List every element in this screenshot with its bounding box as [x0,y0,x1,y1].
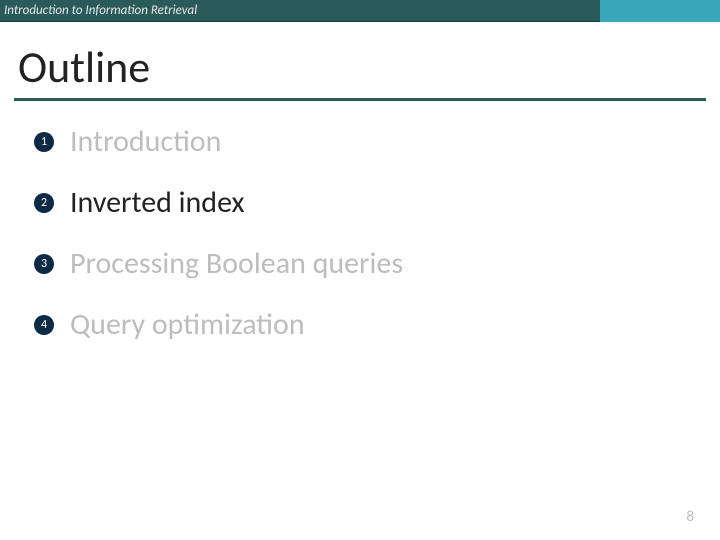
outline-item-1: 1 Introduction [34,123,720,160]
slide-title: Outline [18,40,720,94]
page-number: 8 [686,508,694,526]
outline-label: Introduction [70,123,221,160]
header-accent [600,0,720,22]
outline-label: Query optimization [70,306,305,343]
header-left: Introduction to Information Retrieval [0,0,600,22]
bullet-circle: 1 [34,132,54,152]
outline-item-3: 3 Processing Boolean queries [34,245,720,282]
header-title: Introduction to Information Retrieval [0,3,197,18]
header-bar: Introduction to Information Retrieval [0,0,720,22]
bullet-circle: 3 [34,254,54,274]
outline-list: 1 Introduction 2 Inverted index 3 Proces… [34,123,720,343]
bullet-circle: 4 [34,315,54,335]
title-underline [14,98,706,101]
outline-item-4: 4 Query optimization [34,306,720,343]
outline-label: Processing Boolean queries [70,245,403,282]
outline-item-2: 2 Inverted index [34,184,720,221]
outline-label: Inverted index [70,184,245,221]
bullet-circle: 2 [34,193,54,213]
